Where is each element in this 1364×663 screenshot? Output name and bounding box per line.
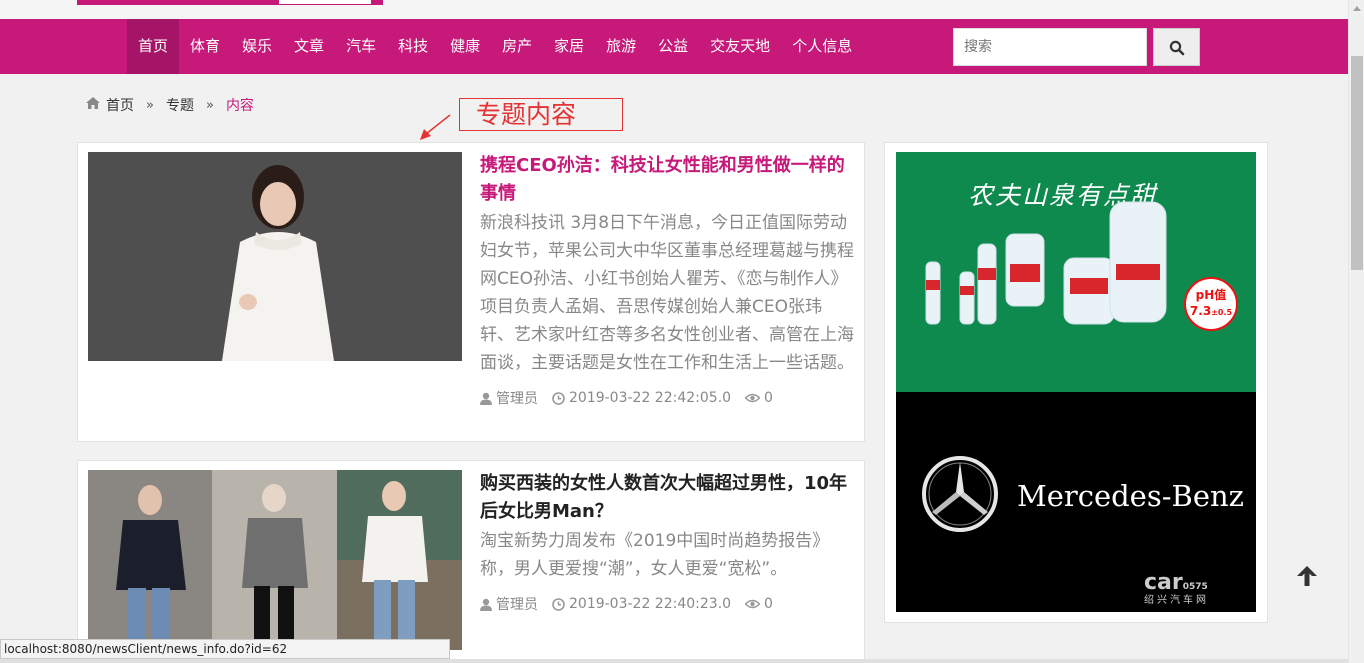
publish-date: 2019-03-22 22:42:05.0 <box>569 390 732 406</box>
article-meta: 管理员 2019-03-22 22:40:23.0 0 <box>480 594 855 614</box>
link-status-bar: localhost:8080/newsClient/news_info.do?i… <box>0 639 450 659</box>
eye-icon <box>745 599 761 609</box>
nav-item-cars[interactable]: 汽车 <box>335 19 387 74</box>
search-button[interactable] <box>1153 28 1200 66</box>
meta-author: 管理员 <box>480 388 538 408</box>
nav-item-articles[interactable]: 文章 <box>283 19 335 74</box>
scroll-up-icon[interactable] <box>1349 0 1364 17</box>
article-meta: 管理员 2019-03-22 22:42:05.0 0 <box>480 388 855 408</box>
nav-item-charity[interactable]: 公益 <box>647 19 699 74</box>
nav-item-profile[interactable]: 个人信息 <box>781 19 863 74</box>
bottom-strip <box>0 659 1348 663</box>
breadcrumb: 首页 » 专题 » 内容 <box>86 95 254 115</box>
breadcrumb-home[interactable]: 首页 <box>106 95 134 115</box>
user-icon <box>480 392 492 405</box>
benz-ad-banner[interactable]: Mercedes-Benz car0575 绍兴汽车网 <box>896 392 1256 612</box>
article-title[interactable]: 携程CEO孙洁：科技让女性能和男性做一样的事情 <box>480 152 855 208</box>
car-site-name: 绍兴汽车网 <box>1144 595 1209 606</box>
meta-author: 管理员 <box>480 594 538 614</box>
water-ad-banner[interactable]: 农夫山泉有点甜 pH值 7.3±0.5 <box>896 152 1256 392</box>
meta-views: 0 <box>745 596 773 612</box>
water-bottles-image <box>925 201 1167 325</box>
meta-views: 0 <box>745 390 773 406</box>
nav-item-sports[interactable]: 体育 <box>179 19 231 74</box>
breadcrumb-current: 内容 <box>225 98 254 114</box>
benz-brand-name: Mercedes-Benz <box>1017 479 1244 513</box>
ph-badge: pH值 7.3±0.5 <box>1184 277 1238 331</box>
nav-item-entertainment[interactable]: 娱乐 <box>231 19 283 74</box>
view-count: 0 <box>764 390 773 406</box>
scrollbar-thumb[interactable] <box>1351 56 1363 270</box>
breadcrumb-section[interactable]: 专题 <box>166 95 194 115</box>
search-input[interactable] <box>953 28 1147 66</box>
clock-icon <box>552 597 565 611</box>
car-site-logo: car0575 绍兴汽车网 <box>1144 570 1209 606</box>
top-strip <box>0 0 1348 19</box>
annotation-arrow-icon <box>420 114 451 140</box>
breadcrumb-separator: » <box>146 97 154 113</box>
arrow-up-icon <box>1297 566 1317 586</box>
eye-icon <box>745 393 761 403</box>
meta-date: 2019-03-22 22:42:05.0 <box>552 390 731 406</box>
nav-item-travel[interactable]: 旅游 <box>595 19 647 74</box>
magnifier-icon <box>1169 40 1185 56</box>
article-content: 携程CEO孙洁：科技让女性能和男性做一样的事情 新浪科技讯 3月8日下午消息，今… <box>480 152 855 408</box>
author-name: 管理员 <box>496 597 538 613</box>
nav-item-home[interactable]: 首页 <box>127 19 180 74</box>
clock-icon <box>552 391 565 405</box>
nav-item-home-living[interactable]: 家居 <box>543 19 595 74</box>
article-content: 购买西装的女性人数首次大幅超过男性，10年后女比男Man？ 淘宝新势力周发布《2… <box>480 470 855 614</box>
breadcrumb-separator: » <box>205 97 214 113</box>
nav-items: 首页 体育 娱乐 文章 汽车 科技 健康 房产 家居 旅游 公益 交友天地 个人… <box>127 19 863 74</box>
meta-date: 2019-03-22 22:40:23.0 <box>552 596 731 612</box>
publish-date: 2019-03-22 22:40:23.0 <box>569 596 732 612</box>
sidebar-ads: 农夫山泉有点甜 pH值 7.3±0.5 Mercedes-Benz car057… <box>884 142 1268 623</box>
back-to-top-button[interactable] <box>1279 550 1335 606</box>
main-navbar: 首页 体育 娱乐 文章 汽车 科技 健康 房产 家居 旅游 公益 交友天地 个人… <box>0 19 1348 74</box>
top-white-box <box>279 0 371 4</box>
user-icon <box>480 598 492 611</box>
article-summary: 新浪科技讯 3月8日下午消息，今日正值国际劳动妇女节，苹果公司大中华区董事总经理… <box>480 213 854 373</box>
nav-item-realestate[interactable]: 房产 <box>491 19 543 74</box>
mercedes-star-icon <box>922 456 998 532</box>
ph-value: 7.3±0.5 <box>1189 304 1233 318</box>
article-thumbnail[interactable] <box>88 470 462 650</box>
author-name: 管理员 <box>496 391 538 407</box>
page-scrollbar[interactable] <box>1348 0 1364 663</box>
annotation-label: 专题内容 <box>459 98 623 131</box>
nav-item-tech[interactable]: 科技 <box>387 19 439 74</box>
nav-item-dating[interactable]: 交友天地 <box>699 19 781 74</box>
view-count: 0 <box>764 596 773 612</box>
home-icon <box>86 97 100 113</box>
article-card: 携程CEO孙洁：科技让女性能和男性做一样的事情 新浪科技讯 3月8日下午消息，今… <box>77 142 865 442</box>
article-card: 购买西装的女性人数首次大幅超过男性，10年后女比男Man？ 淘宝新势力周发布《2… <box>77 460 865 663</box>
article-thumbnail[interactable] <box>88 152 462 361</box>
nav-item-health[interactable]: 健康 <box>439 19 491 74</box>
article-summary: 淘宝新势力周发布《2019中国时尚趋势报告》称，男人更爱搜“潮”，女人更爱“宽松… <box>480 531 830 579</box>
ph-label: pH值 <box>1195 288 1227 302</box>
article-title[interactable]: 购买西装的女性人数首次大幅超过男性，10年后女比男Man？ <box>480 470 855 526</box>
